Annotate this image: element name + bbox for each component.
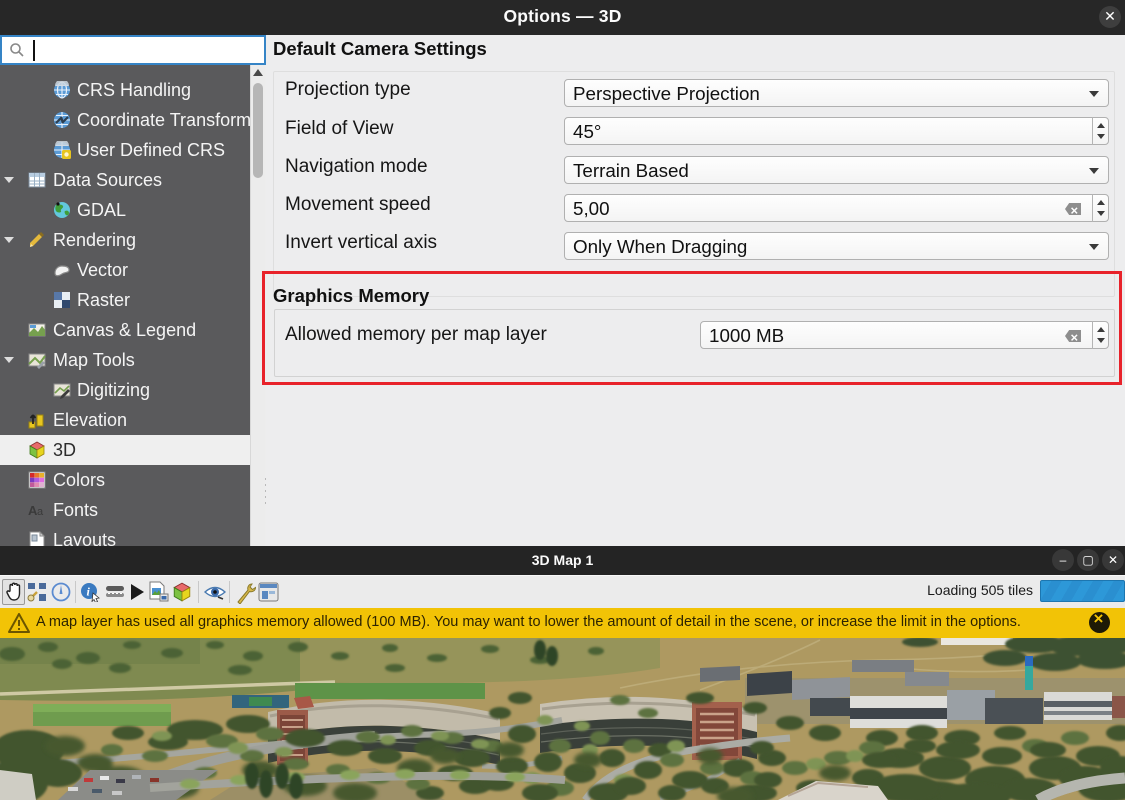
svg-text:a: a: [37, 506, 44, 518]
